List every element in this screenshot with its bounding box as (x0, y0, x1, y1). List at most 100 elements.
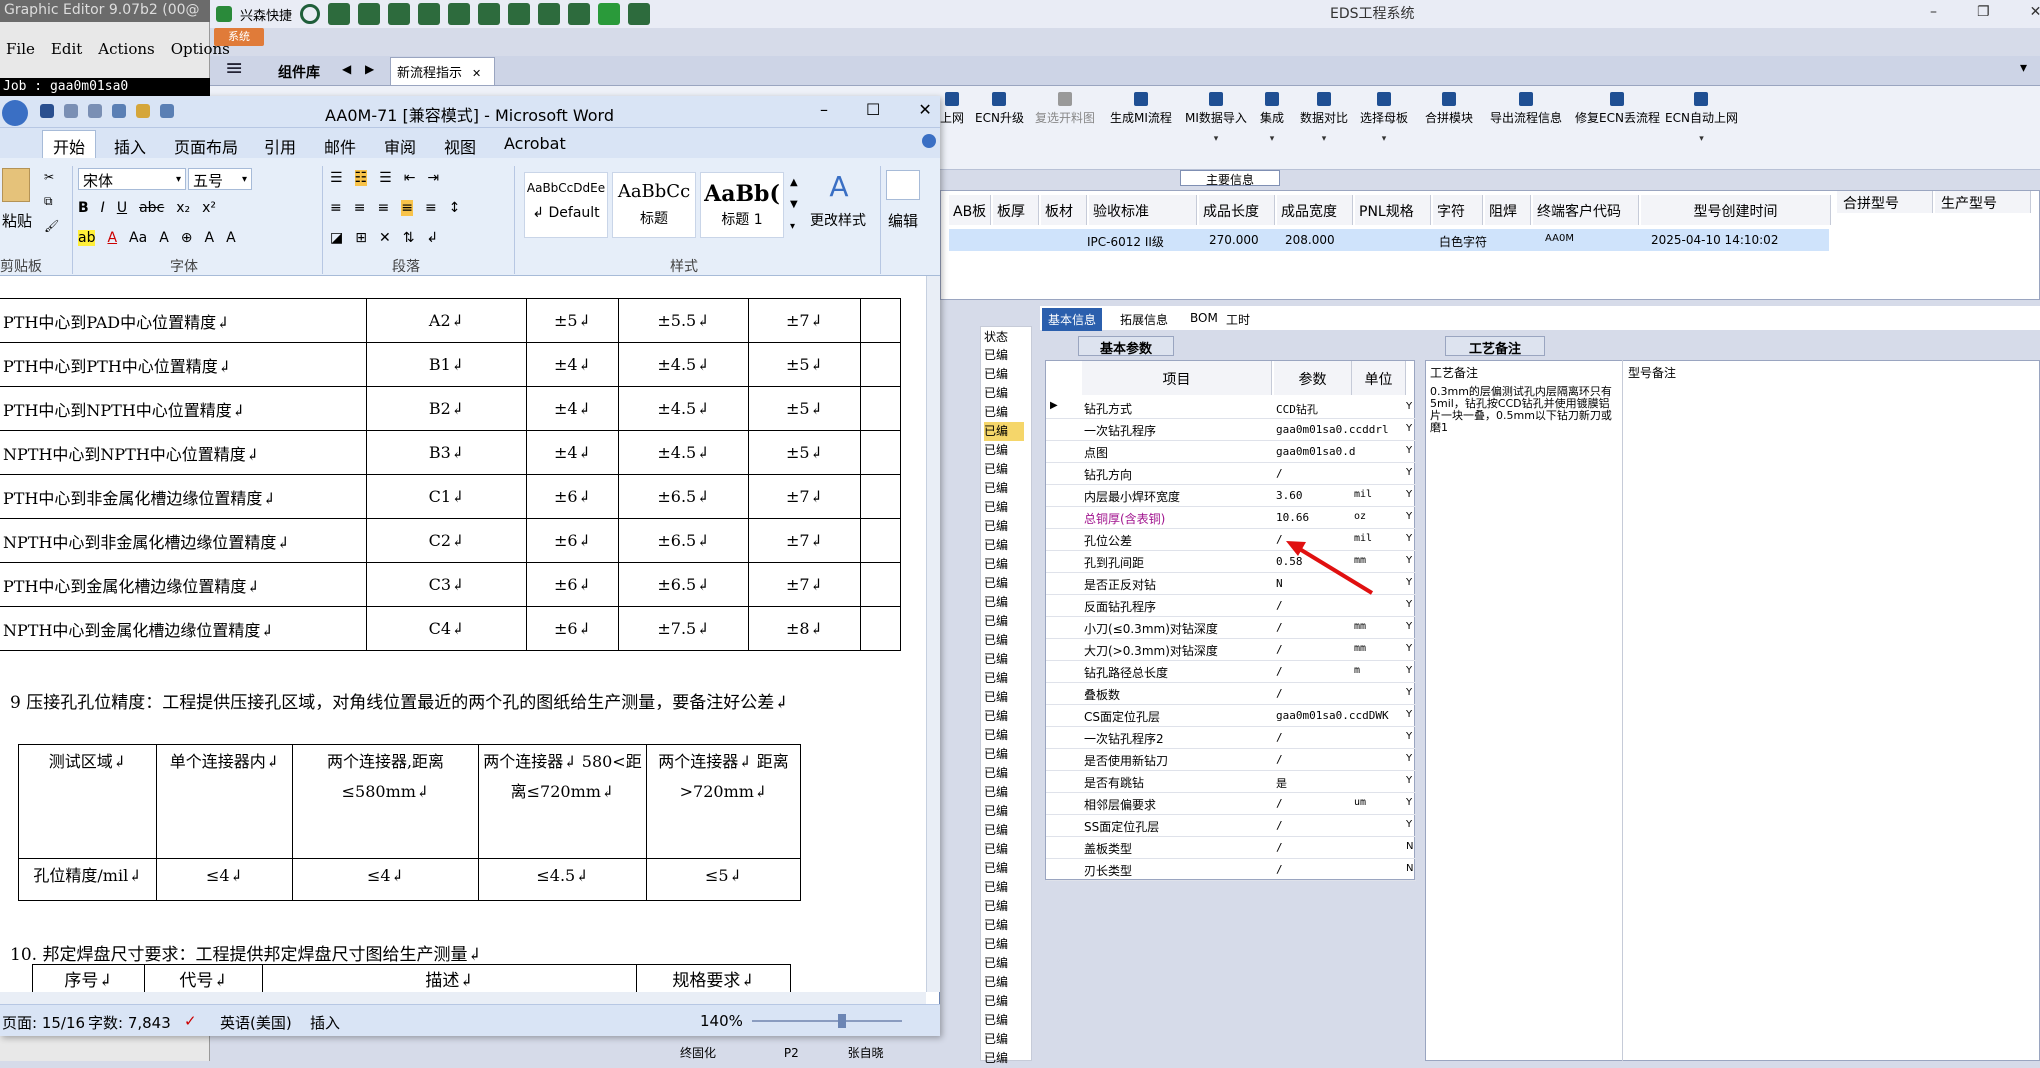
col-solder[interactable]: 阻焊 (1485, 195, 1531, 225)
tab-hours[interactable]: 工时 (1220, 308, 1256, 331)
param-row[interactable]: SS面定位孔层 / Y (1046, 815, 1416, 837)
styles-scroll-icon[interactable]: ▲ ▼ ▾ (790, 172, 798, 238)
window-icon[interactable] (628, 3, 651, 25)
align-center-icon[interactable]: ≡ (354, 200, 366, 216)
tab-acrobat[interactable]: Acrobat (504, 134, 566, 153)
col-customer[interactable]: 终端客户代码 (1533, 195, 1639, 225)
menu-file[interactable]: File (6, 40, 35, 58)
col-char[interactable]: 字符 (1433, 195, 1483, 225)
status-cell[interactable]: 已编 (984, 821, 1024, 840)
bold-icon[interactable]: B (78, 200, 89, 216)
shading-icon[interactable]: ◪ (330, 230, 343, 246)
scissors-icon[interactable] (388, 3, 411, 25)
copy-icon[interactable]: ⧉ (44, 194, 59, 209)
save-icon[interactable] (40, 104, 54, 118)
insert-mode[interactable]: 插入 (310, 1012, 340, 1033)
status-cell[interactable]: 已编 (984, 726, 1024, 745)
new-doc-icon[interactable] (112, 104, 126, 118)
col-merge-model[interactable]: 合拼型号 (1837, 191, 1933, 213)
redo-icon[interactable] (88, 104, 102, 118)
param-row[interactable]: 相邻层偏要求 / um Y (1046, 793, 1416, 815)
windows-icon[interactable] (598, 3, 621, 25)
increase-indent-icon[interactable]: ⇥ (427, 170, 439, 186)
status-cell[interactable]: 已编 (984, 365, 1024, 384)
zoom-level[interactable]: 140% (700, 1012, 743, 1030)
param-row[interactable]: 盖板类型 / N (1046, 837, 1416, 859)
chevron-down-icon[interactable]: ▾ (2020, 60, 2027, 76)
tab-mailings[interactable]: 邮件 (324, 134, 356, 158)
char-shading-icon[interactable]: A (159, 230, 169, 246)
enclose-char-icon[interactable]: ⊕ (181, 230, 193, 246)
param-row[interactable]: 钻孔路径总长度 / m Y (1046, 661, 1416, 683)
status-cell[interactable]: 已编 (984, 517, 1024, 536)
close-icon[interactable]: ✕ (2030, 4, 2040, 20)
menu-edit[interactable]: Edit (51, 40, 82, 58)
param-row[interactable]: 叠板数 / Y (1046, 683, 1416, 705)
status-cell[interactable]: 已编 (984, 669, 1024, 688)
change-case-icon[interactable]: Aa (129, 230, 147, 246)
status-cell[interactable]: 已编 (984, 479, 1024, 498)
param-row[interactable]: 一次钻孔程序 gaa0m01sa0.ccddrl Y (1046, 419, 1416, 441)
horizontal-scrollbar[interactable] (0, 992, 926, 1004)
numbering-icon[interactable]: ☷ (354, 170, 368, 186)
superscript-icon[interactable]: x² (202, 200, 216, 216)
param-row[interactable]: ▶ 钻孔方式 CCD钻孔 Y (1046, 397, 1416, 419)
tab-view[interactable]: 视图 (444, 134, 476, 158)
monitor-icon[interactable] (568, 3, 591, 25)
word-close-icon[interactable]: ✕ (918, 100, 931, 119)
status-cell[interactable]: 已编 (984, 460, 1024, 479)
tab-prev-icon[interactable]: ◀ (342, 62, 351, 76)
font-size-select[interactable]: 五号 ▾ (188, 168, 252, 190)
tab-references[interactable]: 引用 (264, 134, 296, 158)
status-cell[interactable]: 已编 (984, 1011, 1024, 1030)
tab-bom[interactable]: BOM (1184, 308, 1224, 328)
subscript-icon[interactable]: x₂ (176, 200, 190, 216)
tool-ecn-auto[interactable]: ECN自动上网 ▾ (1665, 92, 1738, 144)
status-cell[interactable]: 已编 (984, 954, 1024, 973)
language-status[interactable]: 英语(美国) (220, 1012, 292, 1033)
status-cell[interactable]: 已编 (984, 346, 1024, 365)
justify-icon[interactable]: ≡ (401, 200, 413, 216)
status-cell[interactable]: 已编 (984, 897, 1024, 916)
status-cell[interactable]: 已编 (984, 840, 1024, 859)
param-row[interactable]: 点图 gaa0m01sa0.d Y (1046, 441, 1416, 463)
status-cell[interactable]: 已编 (984, 688, 1024, 707)
craft-notes-text[interactable]: 0.3mm的层偏测试孔内层隔离环只有5mil，钻孔按CCD钻孔并使用镀膜铝片一块… (1430, 386, 1612, 434)
tab-basic-info[interactable]: 基本信息 (1042, 308, 1103, 331)
col-ab[interactable]: AB板 (949, 195, 991, 225)
minimize-icon[interactable]: – (1930, 4, 1937, 20)
status-cell[interactable]: 已编 (984, 631, 1024, 650)
open-icon[interactable] (136, 104, 150, 118)
param-row[interactable]: 反面钻孔程序 / Y (1046, 595, 1416, 617)
tool-gen-mi[interactable]: 生成MI流程 (1110, 92, 1172, 126)
tool-mi-import[interactable]: MI数据导入 ▾ (1185, 92, 1247, 144)
chart-icon[interactable] (538, 3, 561, 25)
col-production-model[interactable]: 生产型号 (1935, 191, 2031, 213)
tool-online[interactable]: 上网 (940, 92, 964, 126)
copy-icon[interactable] (448, 3, 471, 25)
status-cell[interactable]: 已编 (984, 707, 1024, 726)
status-cell[interactable]: 已编 (984, 498, 1024, 517)
param-row[interactable]: CS面定位孔层 gaa0m01sa0.ccdDWK Y (1046, 705, 1416, 727)
paste-label[interactable]: 粘贴 (2, 210, 32, 231)
tab-home[interactable]: 开始 (42, 130, 97, 158)
format-painter-icon[interactable]: 🖌 (44, 219, 59, 233)
param-row[interactable]: 一次钻孔程序2/Y (1046, 727, 1416, 749)
tab-extended-info[interactable]: 拓展信息 (1114, 308, 1174, 331)
status-cell[interactable]: 已编 (984, 612, 1024, 631)
param-row[interactable]: 是否正反对钻 N Y (1046, 573, 1416, 595)
bullets-icon[interactable]: ☰ (330, 170, 343, 186)
underline-icon[interactable]: U (117, 200, 127, 216)
highlight-icon[interactable]: ab (78, 230, 96, 246)
status-cell[interactable]: 已编 (984, 1049, 1024, 1068)
status-cell[interactable]: 已编 (984, 878, 1024, 897)
tool-ecn-upgrade[interactable]: ECN升级 (975, 92, 1024, 126)
tab-review[interactable]: 审阅 (384, 134, 416, 158)
param-row[interactable]: 总铜厚(含表铜) 10.66 oz Y (1046, 507, 1416, 529)
status-cell[interactable]: 已编 (984, 593, 1024, 612)
param-row[interactable]: 大刀(>0.3mm)对钻深度 / mm Y (1046, 639, 1416, 661)
borders-icon[interactable]: ⊞ (355, 230, 367, 246)
sort-icon[interactable]: ⇅ (403, 230, 415, 246)
zoom-slider[interactable] (752, 1014, 902, 1028)
cut-icon[interactable]: ✂ (44, 170, 59, 184)
